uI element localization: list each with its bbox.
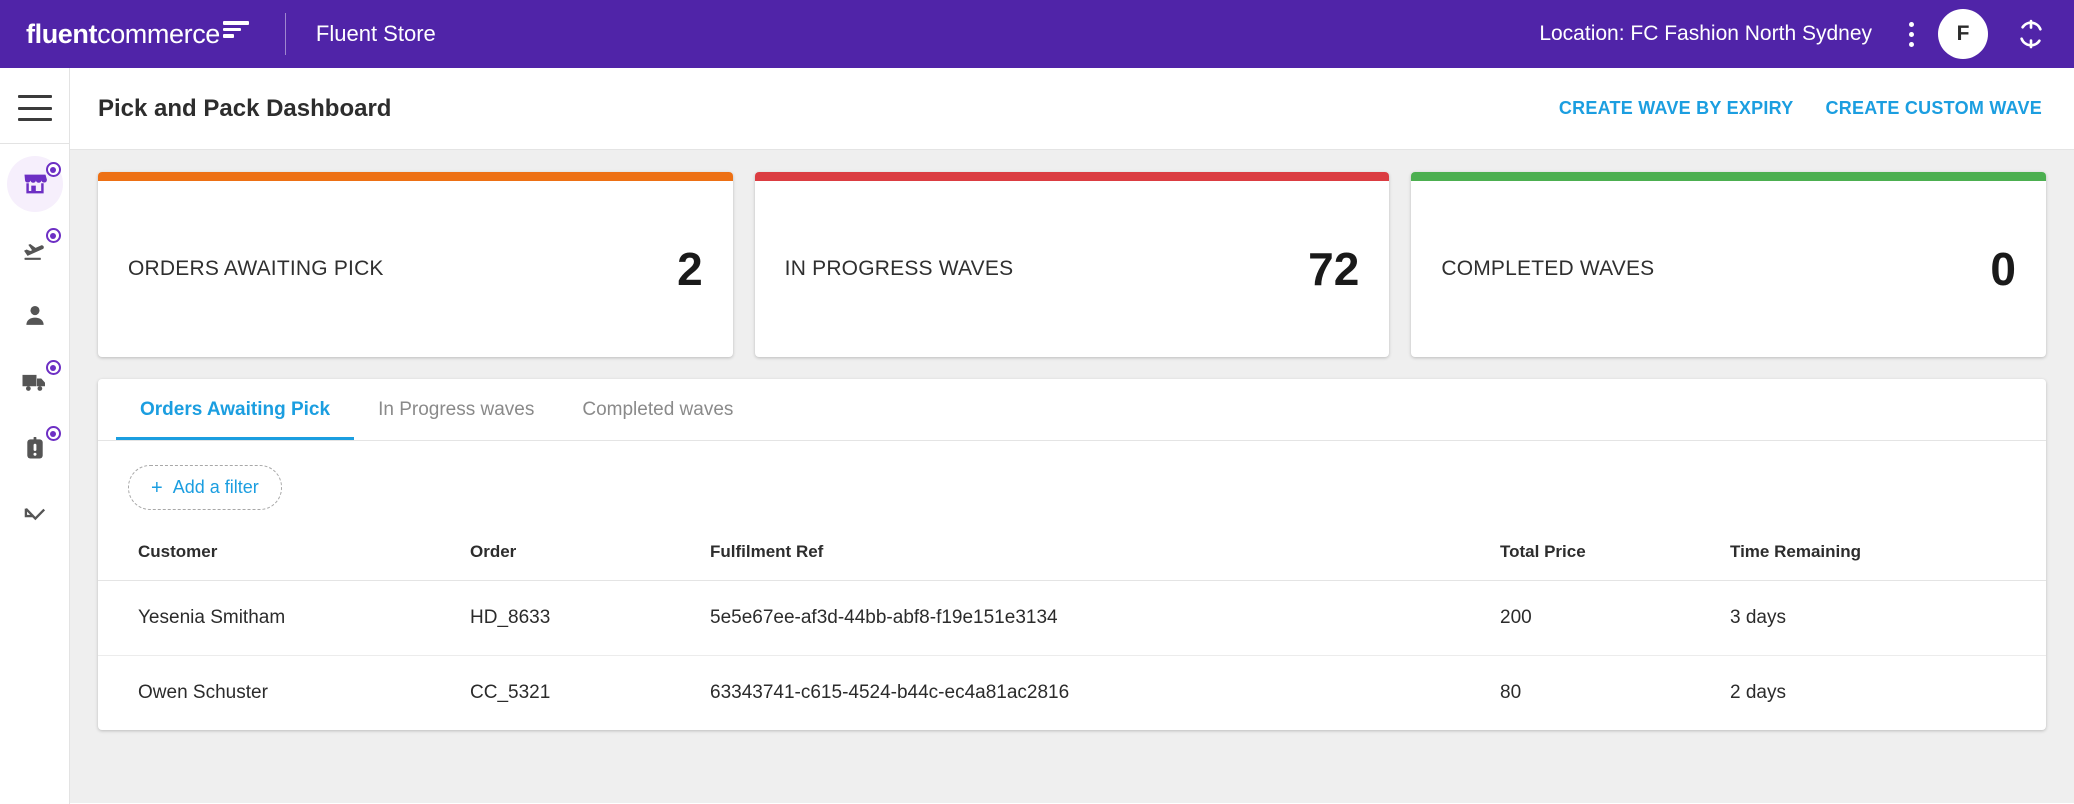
plus-icon: + bbox=[151, 478, 163, 498]
page-body: ORDERS AWAITING PICK 2 IN PROGRESS WAVES… bbox=[70, 150, 2074, 803]
sidebar-item-exceptions[interactable] bbox=[7, 420, 63, 476]
cell-time-remaining: 2 days bbox=[1718, 656, 2046, 731]
tab-bar: Orders Awaiting Pick In Progress waves C… bbox=[98, 379, 2046, 441]
card-body: ORDERS AWAITING PICK 2 bbox=[98, 181, 733, 357]
card-body: IN PROGRESS WAVES 72 bbox=[755, 181, 1390, 357]
top-bar: fluentcommerce Fluent Store Location: FC… bbox=[0, 0, 2074, 68]
logo-text-light: commerce bbox=[97, 19, 220, 50]
kpi-card-orders-awaiting-pick[interactable]: ORDERS AWAITING PICK 2 bbox=[98, 172, 733, 357]
page-actions: CREATE WAVE BY EXPIRY CREATE CUSTOM WAVE bbox=[1557, 92, 2044, 125]
cell-time-remaining: 3 days bbox=[1718, 581, 2046, 656]
cell-total-price: 200 bbox=[1488, 581, 1718, 656]
cell-fulfilment-ref: 63343741-c615-4524-b44c-ec4a81ac2816 bbox=[698, 656, 1488, 731]
create-wave-by-expiry-button[interactable]: CREATE WAVE BY EXPIRY bbox=[1557, 92, 1796, 125]
inbound-icon bbox=[21, 236, 49, 264]
notification-badge bbox=[46, 162, 61, 177]
three-bars-icon bbox=[223, 21, 249, 41]
card-accent-stripe bbox=[1411, 172, 2046, 181]
notification-badge bbox=[46, 426, 61, 441]
cell-fulfilment-ref: 5e5e67ee-af3d-44bb-abf8-f19e151e3134 bbox=[698, 581, 1488, 656]
add-filter-label: Add a filter bbox=[173, 477, 259, 498]
card-value: 0 bbox=[1990, 246, 2016, 292]
sidebar-item-truck[interactable] bbox=[7, 354, 63, 410]
clipboard-alert-icon bbox=[21, 434, 49, 462]
sidebar-item-store[interactable] bbox=[7, 156, 63, 212]
table-body: Yesenia Smitham HD_8633 5e5e67ee-af3d-44… bbox=[98, 581, 2046, 731]
cell-total-price: 80 bbox=[1488, 656, 1718, 731]
orders-panel: Orders Awaiting Pick In Progress waves C… bbox=[98, 379, 2046, 730]
table-row[interactable]: Owen Schuster CC_5321 63343741-c615-4524… bbox=[98, 656, 2046, 731]
cell-customer: Yesenia Smitham bbox=[98, 581, 458, 656]
app-name: Fluent Store bbox=[316, 21, 436, 47]
store-icon bbox=[21, 170, 49, 198]
add-filter-button[interactable]: + Add a filter bbox=[128, 465, 282, 510]
tab-completed-waves[interactable]: Completed waves bbox=[558, 379, 757, 440]
card-label: COMPLETED WAVES bbox=[1441, 257, 1654, 281]
page-header: Pick and Pack Dashboard CREATE WAVE BY E… bbox=[70, 68, 2074, 150]
tab-orders-awaiting-pick[interactable]: Orders Awaiting Pick bbox=[116, 379, 354, 440]
kpi-card-in-progress-waves[interactable]: IN PROGRESS WAVES 72 bbox=[755, 172, 1390, 357]
kpi-card-group: ORDERS AWAITING PICK 2 IN PROGRESS WAVES… bbox=[98, 172, 2046, 357]
fluent-commerce-logo[interactable]: fluentcommerce bbox=[26, 19, 249, 50]
avatar[interactable]: F bbox=[1938, 9, 1988, 59]
rail-divider bbox=[0, 143, 70, 144]
cell-customer: Owen Schuster bbox=[98, 656, 458, 731]
truck-icon bbox=[20, 367, 50, 397]
column-header-fulfilment-ref[interactable]: Fulfilment Ref bbox=[698, 532, 1488, 581]
cell-order: CC_5321 bbox=[458, 656, 698, 731]
column-header-order[interactable]: Order bbox=[458, 532, 698, 581]
table-header-row: Customer Order Fulfilment Ref Total Pric… bbox=[98, 532, 2046, 581]
refresh-icon[interactable] bbox=[2014, 17, 2048, 51]
logo-text-bold: fluent bbox=[26, 19, 97, 50]
card-value: 72 bbox=[1308, 246, 1359, 292]
cell-order: HD_8633 bbox=[458, 581, 698, 656]
table-head: Customer Order Fulfilment Ref Total Pric… bbox=[98, 532, 2046, 581]
trend-arrow-icon bbox=[21, 500, 49, 528]
kebab-menu-icon[interactable] bbox=[1898, 17, 1924, 51]
notification-badge bbox=[46, 228, 61, 243]
card-body: COMPLETED WAVES 0 bbox=[1411, 181, 2046, 357]
sidebar-item-reports[interactable] bbox=[7, 486, 63, 542]
card-label: IN PROGRESS WAVES bbox=[785, 257, 1014, 281]
left-nav-rail bbox=[0, 68, 70, 804]
card-accent-stripe bbox=[755, 172, 1390, 181]
card-value: 2 bbox=[677, 246, 703, 292]
location-label: Location: FC Fashion North Sydney bbox=[1539, 22, 1872, 46]
card-label: ORDERS AWAITING PICK bbox=[128, 257, 384, 281]
page-title: Pick and Pack Dashboard bbox=[98, 95, 391, 123]
topbar-right-group: Location: FC Fashion North Sydney F bbox=[1539, 9, 2074, 59]
column-header-customer[interactable]: Customer bbox=[98, 532, 458, 581]
table-row[interactable]: Yesenia Smitham HD_8633 5e5e67ee-af3d-44… bbox=[98, 581, 2046, 656]
brand-block[interactable]: fluentcommerce bbox=[0, 0, 249, 68]
page-container: Pick and Pack Dashboard CREATE WAVE BY E… bbox=[70, 68, 2074, 804]
tab-in-progress-waves[interactable]: In Progress waves bbox=[354, 379, 558, 440]
kpi-card-completed-waves[interactable]: COMPLETED WAVES 0 bbox=[1411, 172, 2046, 357]
person-icon bbox=[21, 302, 49, 330]
create-custom-wave-button[interactable]: CREATE CUSTOM WAVE bbox=[1823, 92, 2044, 125]
hamburger-icon[interactable] bbox=[18, 95, 52, 121]
card-accent-stripe bbox=[98, 172, 733, 181]
column-header-time-remaining[interactable]: Time Remaining bbox=[1718, 532, 2046, 581]
notification-badge bbox=[46, 360, 61, 375]
filter-bar: + Add a filter bbox=[98, 441, 2046, 532]
orders-table: Customer Order Fulfilment Ref Total Pric… bbox=[98, 532, 2046, 730]
column-header-total-price[interactable]: Total Price bbox=[1488, 532, 1718, 581]
sidebar-item-inbound[interactable] bbox=[7, 222, 63, 278]
sidebar-item-person[interactable] bbox=[7, 288, 63, 344]
topbar-divider bbox=[285, 13, 286, 55]
